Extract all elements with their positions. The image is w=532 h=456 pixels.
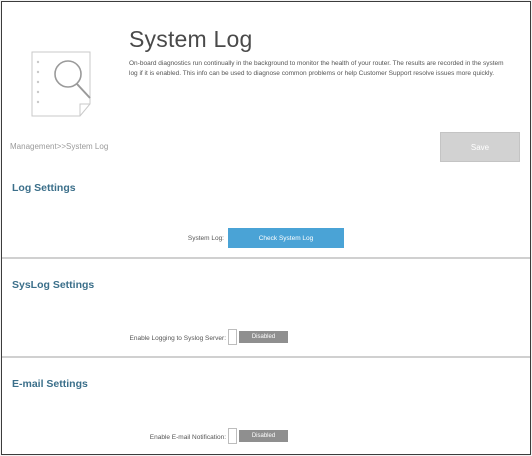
document-search-icon [31, 51, 91, 117]
page-title: System Log [129, 26, 253, 52]
email-settings-title: E-mail Settings [12, 378, 88, 390]
toggle-knob [228, 329, 237, 345]
page-frame: System Log On-board diagnostics run cont… [1, 1, 531, 455]
page-header: System Log On-board diagnostics run cont… [2, 2, 530, 132]
section-divider [2, 356, 530, 358]
page-description: On-board diagnostics run continually in … [129, 60, 504, 77]
email-enable-toggle[interactable]: Disabled [228, 428, 288, 444]
save-button[interactable]: Save [440, 132, 520, 162]
email-enable-label: Enable E-mail Notification: [149, 434, 226, 441]
syslog-enable-label: Enable Logging to Syslog Server: [129, 335, 226, 342]
system-log-label: System Log: [187, 235, 224, 242]
toggle-state-label: Disabled [239, 331, 288, 343]
breadcrumb[interactable]: Management>>System Log [10, 142, 108, 151]
syslog-settings-title: SysLog Settings [12, 279, 95, 291]
toggle-state-label: Disabled [239, 430, 288, 442]
syslog-enable-toggle[interactable]: Disabled [228, 329, 288, 345]
check-system-log-button[interactable]: Check System Log [228, 228, 344, 248]
log-settings-title: Log Settings [12, 182, 76, 194]
toggle-knob [228, 428, 237, 444]
section-divider [2, 257, 530, 259]
